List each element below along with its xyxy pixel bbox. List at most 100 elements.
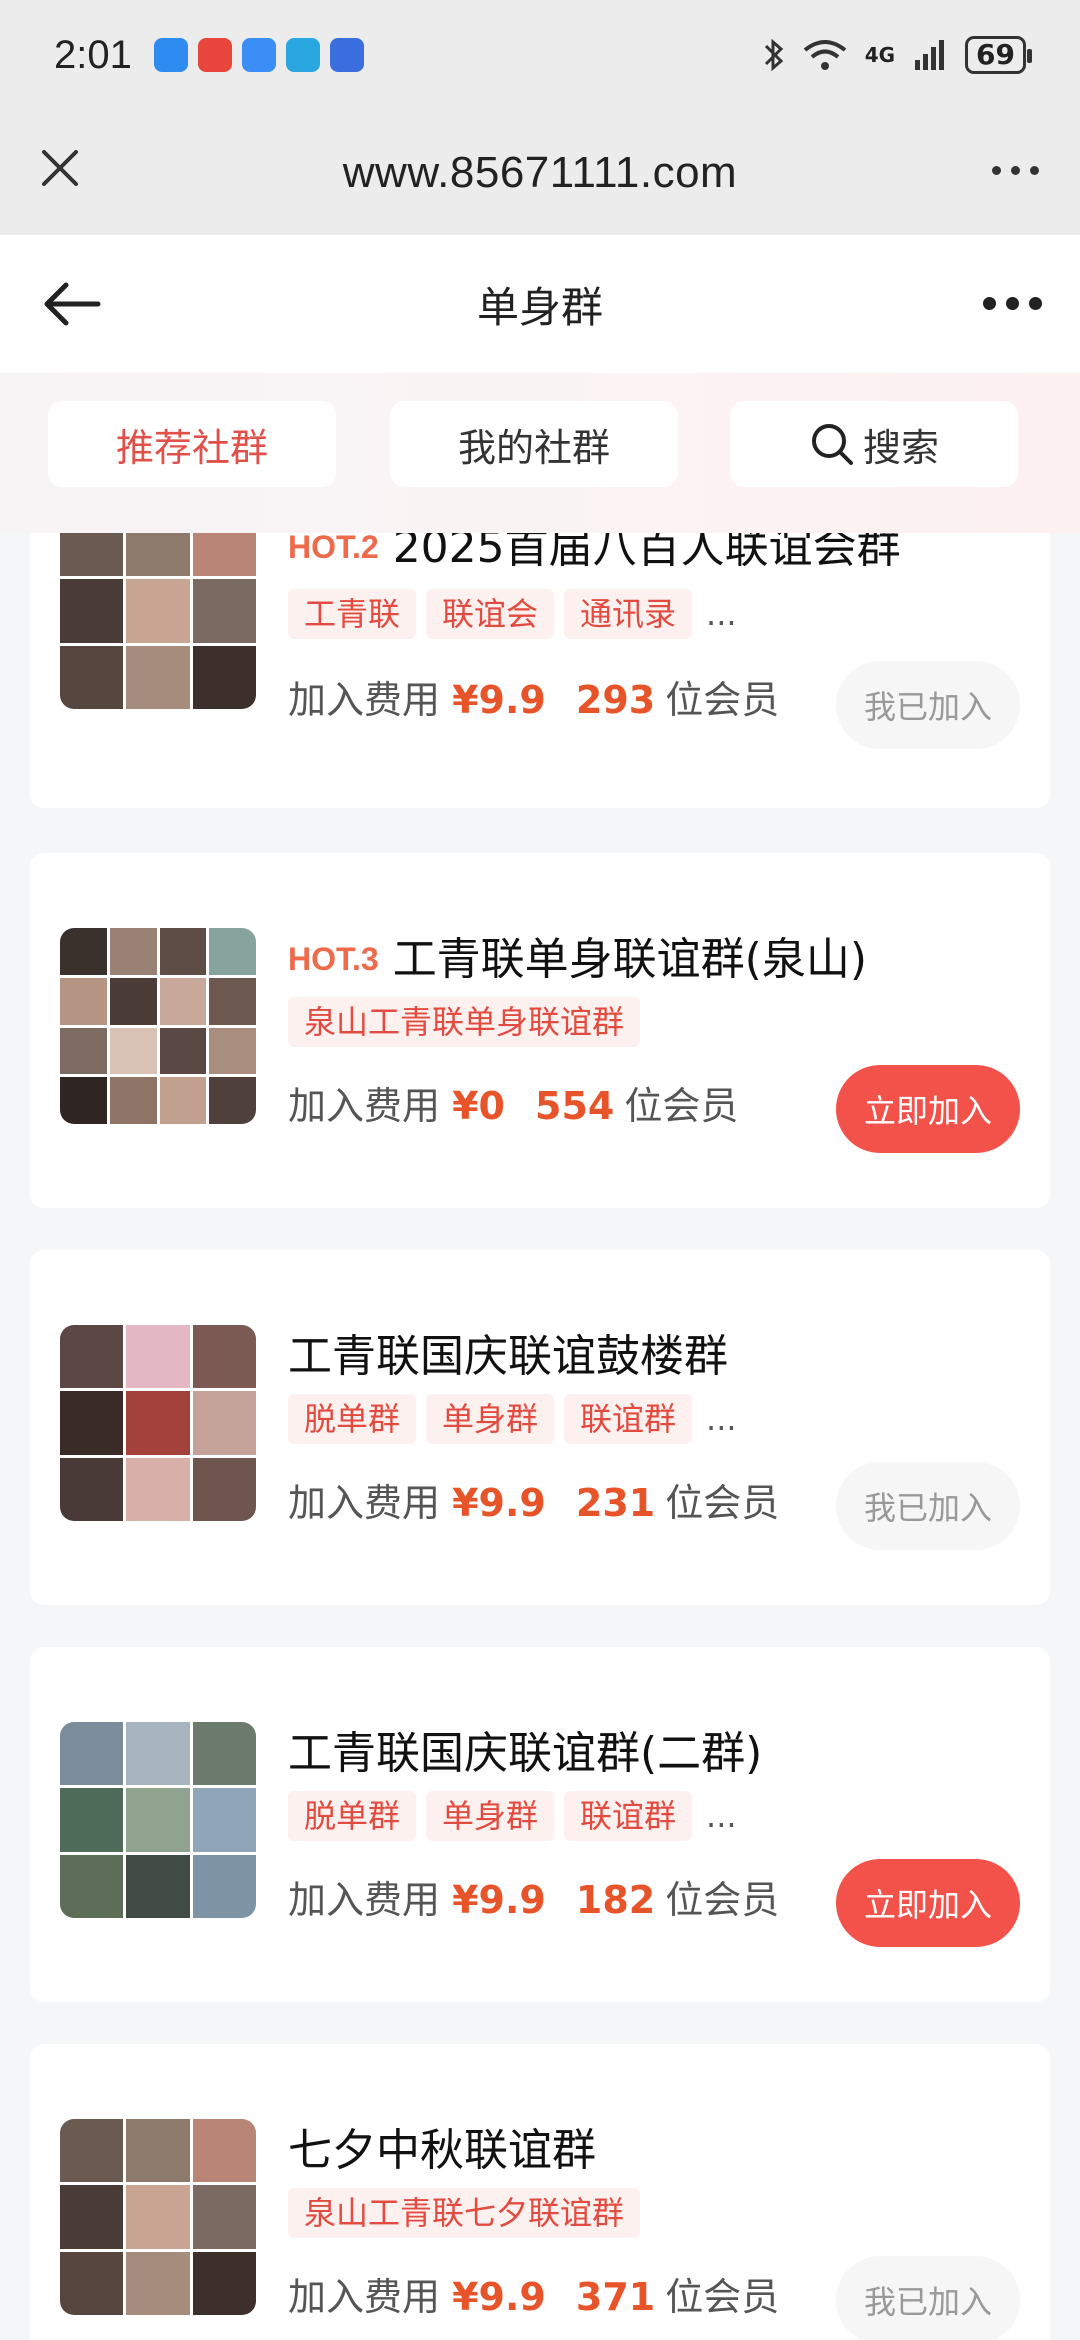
signal-icon (915, 40, 945, 70)
group-tags: 脱单群 单身群 联谊群 ... (288, 1791, 737, 1841)
tag: 工青联 (288, 589, 417, 639)
group-avatar (60, 928, 256, 1124)
close-icon[interactable] (30, 138, 90, 198)
huawei-app-icon (197, 38, 232, 72)
network-type: 4G (864, 43, 896, 67)
group-title: HOT.2 2025首届八百人联谊会群 (288, 533, 901, 575)
status-bar: 2:01 4G 69 (0, 0, 1080, 110)
price-row: 加入费用 ¥9.9 182 位会员 (288, 1869, 779, 1924)
group-tags: 工青联 联谊会 通讯录 ... (288, 589, 737, 639)
fee-amount: ¥9.9 (452, 2275, 546, 2319)
group-card[interactable]: HOT.3 工青联单身联谊群(泉山) 泉山工青联单身联谊群 加入费用 ¥0 554 位… (30, 853, 1050, 1208)
wifi-icon (803, 40, 846, 70)
tab-recommended[interactable]: 推荐社群 (48, 401, 336, 487)
joined-button[interactable]: 我已加入 (836, 661, 1020, 749)
group-name: 工青联国庆联谊鼓楼群 (288, 1331, 728, 1382)
url-text[interactable]: www.85671111.com (343, 148, 737, 198)
group-title: HOT.3 工青联单身联谊群(泉山) (288, 923, 867, 987)
tag: 泉山工青联单身联谊群 (288, 997, 641, 1047)
member-count: 554 (535, 1084, 615, 1128)
group-tags: 脱单群 单身群 联谊群 ... (288, 1394, 737, 1444)
assistant-app-icon (241, 38, 276, 72)
page-header: 单身群 (0, 235, 1080, 373)
status-time: 2:01 (54, 32, 132, 77)
join-now-button[interactable]: 立即加入 (836, 1065, 1020, 1153)
group-card[interactable]: 工青联国庆联谊群(二群) 脱单群 单身群 联谊群 ... 加入费用 ¥9.9 18… (30, 1647, 1050, 2002)
tag: 单身群 (426, 1394, 555, 1444)
tag-more: ... (706, 595, 737, 633)
member-suffix: 位会员 (665, 678, 780, 722)
group-name: 工青联国庆联谊群(二群) (288, 1728, 763, 1779)
group-avatar (60, 1325, 256, 1521)
fee-label: 加入费用 (288, 678, 441, 722)
group-tags: 泉山工青联七夕联谊群 (288, 2188, 641, 2238)
store-app-icon (329, 38, 364, 72)
fee-amount: ¥9.9 (452, 1878, 546, 1922)
price-row: 加入费用 ¥9.9 231 位会员 (288, 1472, 779, 1527)
group-avatar (60, 2119, 256, 2315)
group-tags: 泉山工青联单身联谊群 (288, 997, 641, 1047)
member-count: 293 (575, 678, 656, 722)
joined-button[interactable]: 我已加入 (836, 2256, 1020, 2340)
tag: 单身群 (426, 1791, 555, 1841)
tag: 脱单群 (288, 1791, 417, 1841)
tab-search[interactable]: 搜索 (730, 401, 1018, 487)
fee-amount: ¥9.9 (452, 678, 546, 722)
tag: 泉山工青联七夕联谊群 (288, 2188, 641, 2238)
tag: 通讯录 (564, 589, 693, 639)
price-row: 加入费用 ¥0 554 位会员 (288, 1075, 738, 1130)
member-count: 231 (575, 1481, 656, 1525)
group-name: 七夕中秋联谊群 (288, 2125, 596, 2176)
member-suffix: 位会员 (624, 1084, 739, 1128)
tag: 联谊会 (426, 589, 555, 639)
member-suffix: 位会员 (665, 1878, 780, 1922)
hot-badge: HOT.2 (288, 533, 379, 565)
tab-label: 我的社群 (457, 425, 610, 470)
fee-label: 加入费用 (288, 1481, 441, 1525)
status-indicators: 4G 69 (763, 36, 1032, 74)
chat-app-icon (285, 38, 320, 72)
tab-bar: 推荐社群 我的社群 搜索 (0, 373, 1080, 533)
group-title: 工青联国庆联谊群(二群) (288, 1717, 762, 1781)
page-title: 单身群 (476, 282, 603, 332)
fee-label: 加入费用 (288, 1878, 441, 1922)
member-suffix: 位会员 (665, 1481, 780, 1525)
tab-label: 推荐社群 (115, 425, 268, 470)
battery-indicator: 69 (965, 36, 1032, 74)
group-name: 2025首届八百人联谊会群 (392, 533, 901, 573)
browser-more-icon[interactable] (980, 140, 1050, 200)
tag-more: ... (706, 1400, 737, 1438)
shield-app-icon (153, 38, 188, 72)
tab-my-groups[interactable]: 我的社群 (390, 401, 678, 487)
tag-more: ... (706, 1797, 737, 1835)
bluetooth-icon (764, 38, 783, 72)
tag: 脱单群 (288, 1394, 417, 1444)
group-card[interactable]: HOT.2 2025首届八百人联谊会群 工青联 联谊会 通讯录 ... 加入费用 … (30, 533, 1050, 808)
group-avatar (60, 1722, 256, 1918)
tag: 联谊群 (564, 1791, 693, 1841)
group-card[interactable]: 七夕中秋联谊群 泉山工青联七夕联谊群 加入费用 ¥9.9 371 位会员 我已加入 (30, 2044, 1050, 2340)
member-count: 371 (575, 2275, 656, 2319)
joined-button[interactable]: 我已加入 (836, 1462, 1020, 1550)
group-list: HOT.2 2025首届八百人联谊会群 工青联 联谊会 通讯录 ... 加入费用 … (0, 533, 1080, 2340)
member-suffix: 位会员 (665, 2275, 780, 2319)
fee-label: 加入费用 (288, 1084, 441, 1128)
group-title: 七夕中秋联谊群 (288, 2114, 596, 2178)
fee-amount: ¥0 (452, 1084, 505, 1128)
back-arrow-icon[interactable] (38, 271, 108, 337)
more-options-icon[interactable] (972, 273, 1052, 333)
join-now-button[interactable]: 立即加入 (836, 1859, 1020, 1947)
price-row: 加入费用 ¥9.9 371 位会员 (288, 2266, 779, 2321)
group-name: 工青联单身联谊群(泉山) (392, 934, 868, 985)
hot-badge: HOT.3 (288, 941, 379, 977)
fee-label: 加入费用 (288, 2275, 441, 2319)
member-count: 182 (575, 1878, 656, 1922)
price-row: 加入费用 ¥9.9 293 位会员 (288, 669, 779, 724)
group-title: 工青联国庆联谊鼓楼群 (288, 1320, 728, 1384)
search-icon (811, 424, 853, 465)
browser-url-bar: www.85671111.com (0, 110, 1080, 235)
group-card[interactable]: 工青联国庆联谊鼓楼群 脱单群 单身群 联谊群 ... 加入费用 ¥9.9 231 位… (30, 1250, 1050, 1605)
group-avatar (60, 533, 256, 709)
tag: 联谊群 (564, 1394, 693, 1444)
tab-label: 搜索 (862, 425, 939, 470)
